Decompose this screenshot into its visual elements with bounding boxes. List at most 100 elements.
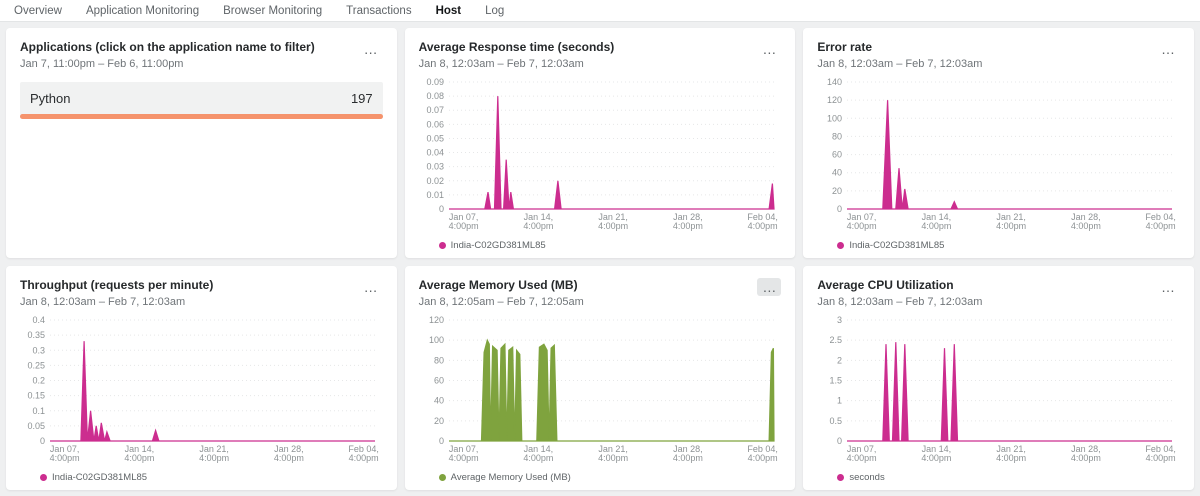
svg-text:0.25: 0.25 bbox=[27, 360, 45, 370]
svg-text:140: 140 bbox=[827, 77, 842, 87]
svg-text:0.5: 0.5 bbox=[830, 416, 843, 426]
legend-label: Average Memory Used (MB) bbox=[451, 472, 571, 483]
application-name[interactable]: Python bbox=[30, 91, 70, 106]
svg-text:4:00pm: 4:00pm bbox=[598, 453, 628, 463]
svg-text:1.5: 1.5 bbox=[830, 376, 843, 386]
svg-text:3: 3 bbox=[837, 315, 842, 325]
panel-average-memory-used: Average Memory Used (MB) Jan 8, 12:05am … bbox=[405, 266, 796, 490]
panel-title: Average CPU Utilization bbox=[817, 278, 982, 293]
svg-text:4:00pm: 4:00pm bbox=[847, 221, 877, 231]
svg-text:0.02: 0.02 bbox=[426, 176, 444, 186]
chart-legend: Average Memory Used (MB) bbox=[419, 472, 782, 483]
panel-average-response-time: Average Response time (seconds) Jan 8, 1… bbox=[405, 28, 796, 258]
panel-time-range: Jan 8, 12:03am – Feb 7, 12:03am bbox=[20, 296, 213, 308]
tab-application-monitoring[interactable]: Application Monitoring bbox=[86, 5, 199, 17]
svg-text:0.04: 0.04 bbox=[426, 148, 444, 158]
panel-average-cpu-utilization: Average CPU Utilization Jan 8, 12:03am –… bbox=[803, 266, 1194, 490]
panel-title: Applications (click on the application n… bbox=[20, 40, 315, 55]
svg-text:2.5: 2.5 bbox=[830, 335, 843, 345]
cpu-utilization-chart: 00.511.522.53Jan 07,4:00pmJan 14,4:00pmJ… bbox=[817, 314, 1180, 470]
legend-label: India-C02GD381ML85 bbox=[451, 240, 546, 251]
panel-time-range: Jan 8, 12:03am – Feb 7, 12:03am bbox=[817, 58, 982, 70]
svg-text:4:00pm: 4:00pm bbox=[448, 453, 478, 463]
svg-text:120: 120 bbox=[827, 95, 842, 105]
panel-time-range: Jan 8, 12:03am – Feb 7, 12:03am bbox=[817, 296, 982, 308]
chart-legend: India-C02GD381ML85 bbox=[20, 472, 383, 483]
tab-overview[interactable]: Overview bbox=[14, 5, 62, 17]
svg-text:20: 20 bbox=[434, 416, 444, 426]
svg-text:0.08: 0.08 bbox=[426, 91, 444, 101]
legend-label: seconds bbox=[849, 472, 884, 483]
svg-text:100: 100 bbox=[827, 113, 842, 123]
legend-dot bbox=[837, 474, 844, 481]
dashboard-grid: Applications (click on the application n… bbox=[0, 22, 1200, 496]
tab-log[interactable]: Log bbox=[485, 5, 504, 17]
legend-dot bbox=[439, 474, 446, 481]
panel-menu-button[interactable]: … bbox=[359, 278, 383, 296]
svg-text:1: 1 bbox=[837, 396, 842, 406]
svg-text:4:00pm: 4:00pm bbox=[673, 221, 703, 231]
panel-menu-button[interactable]: … bbox=[757, 40, 781, 58]
panel-time-range: Jan 7, 11:00pm – Feb 6, 11:00pm bbox=[20, 58, 315, 70]
svg-text:20: 20 bbox=[832, 186, 842, 196]
svg-text:0.01: 0.01 bbox=[426, 190, 444, 200]
svg-text:40: 40 bbox=[434, 396, 444, 406]
error-rate-chart: 020406080100120140Jan 07,4:00pmJan 14,4:… bbox=[817, 76, 1180, 238]
svg-text:0: 0 bbox=[837, 436, 842, 446]
svg-text:60: 60 bbox=[434, 376, 444, 386]
panel-menu-button[interactable]: … bbox=[1156, 278, 1180, 296]
svg-text:0.4: 0.4 bbox=[32, 315, 45, 325]
svg-text:4:00pm: 4:00pm bbox=[1146, 453, 1176, 463]
chart-legend: India-C02GD381ML85 bbox=[817, 240, 1180, 251]
chart-legend: seconds bbox=[817, 472, 1180, 483]
tab-browser-monitoring[interactable]: Browser Monitoring bbox=[223, 5, 322, 17]
throughput-chart: 00.050.10.150.20.250.30.350.4Jan 07,4:00… bbox=[20, 314, 383, 470]
panel-menu-button[interactable]: … bbox=[757, 278, 781, 296]
panel-menu-button[interactable]: … bbox=[1156, 40, 1180, 58]
svg-text:0: 0 bbox=[439, 204, 444, 214]
panel-time-range: Jan 8, 12:03am – Feb 7, 12:03am bbox=[419, 58, 615, 70]
svg-text:4:00pm: 4:00pm bbox=[199, 453, 229, 463]
panel-time-range: Jan 8, 12:05am – Feb 7, 12:05am bbox=[419, 296, 584, 308]
application-count: 197 bbox=[351, 91, 373, 106]
svg-text:4:00pm: 4:00pm bbox=[50, 453, 80, 463]
panel-menu-button[interactable]: … bbox=[359, 40, 383, 58]
svg-text:4:00pm: 4:00pm bbox=[673, 453, 703, 463]
panel-applications: Applications (click on the application n… bbox=[6, 28, 397, 258]
svg-text:0.1: 0.1 bbox=[32, 406, 45, 416]
svg-text:4:00pm: 4:00pm bbox=[747, 453, 777, 463]
svg-text:100: 100 bbox=[429, 335, 444, 345]
svg-text:0.07: 0.07 bbox=[426, 105, 444, 115]
svg-text:4:00pm: 4:00pm bbox=[523, 221, 553, 231]
svg-text:4:00pm: 4:00pm bbox=[448, 221, 478, 231]
svg-text:4:00pm: 4:00pm bbox=[1146, 221, 1176, 231]
svg-text:4:00pm: 4:00pm bbox=[349, 453, 379, 463]
svg-text:0.05: 0.05 bbox=[27, 421, 45, 431]
panel-error-rate: Error rate Jan 8, 12:03am – Feb 7, 12:03… bbox=[803, 28, 1194, 258]
svg-text:2: 2 bbox=[837, 355, 842, 365]
svg-text:0.2: 0.2 bbox=[32, 376, 45, 386]
response-time-chart: 00.010.020.030.040.050.060.070.080.09Jan… bbox=[419, 76, 782, 238]
svg-text:4:00pm: 4:00pm bbox=[124, 453, 154, 463]
applications-list: Python 197 bbox=[20, 82, 383, 119]
chart-legend: India-C02GD381ML85 bbox=[419, 240, 782, 251]
svg-text:4:00pm: 4:00pm bbox=[747, 221, 777, 231]
svg-text:4:00pm: 4:00pm bbox=[996, 221, 1026, 231]
svg-text:40: 40 bbox=[832, 168, 842, 178]
svg-text:4:00pm: 4:00pm bbox=[922, 453, 952, 463]
svg-text:4:00pm: 4:00pm bbox=[996, 453, 1026, 463]
svg-text:0.3: 0.3 bbox=[32, 345, 45, 355]
svg-text:0: 0 bbox=[40, 436, 45, 446]
tab-transactions[interactable]: Transactions bbox=[346, 5, 411, 17]
svg-text:4:00pm: 4:00pm bbox=[598, 221, 628, 231]
svg-text:0: 0 bbox=[439, 436, 444, 446]
tab-host[interactable]: Host bbox=[436, 5, 462, 17]
panel-title: Throughput (requests per minute) bbox=[20, 278, 213, 293]
panel-title: Error rate bbox=[817, 40, 982, 55]
memory-used-chart: 020406080100120Jan 07,4:00pmJan 14,4:00p… bbox=[419, 314, 782, 470]
application-row-python[interactable]: Python 197 bbox=[20, 82, 383, 119]
svg-text:4:00pm: 4:00pm bbox=[847, 453, 877, 463]
svg-text:0.09: 0.09 bbox=[426, 77, 444, 87]
svg-text:0.06: 0.06 bbox=[426, 119, 444, 129]
svg-text:0.05: 0.05 bbox=[426, 133, 444, 143]
